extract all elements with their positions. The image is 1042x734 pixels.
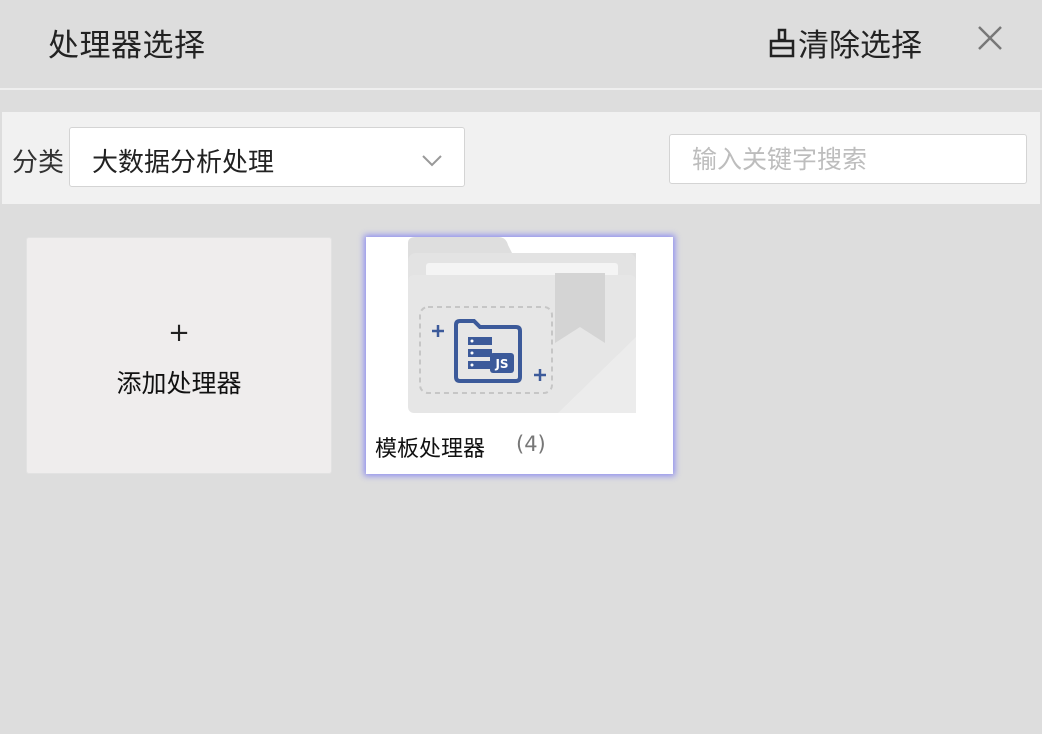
clear-selection-icon <box>768 28 796 58</box>
processor-select-dialog: 处理器选择 清除选择 分类 大数据分析处理 输入关键字搜索 + 添加处理器 JS… <box>0 0 1042 734</box>
close-icon[interactable] <box>976 24 1004 52</box>
processor-card-name: 模板处理器 <box>375 437 486 462</box>
category-selected-value: 大数据分析处理 <box>92 148 275 178</box>
chevron-down-icon <box>422 152 442 167</box>
dialog-header: 处理器选择 清除选择 <box>0 0 1042 90</box>
filter-bar: 分类 大数据分析处理 <box>2 112 1040 204</box>
category-select[interactable]: 大数据分析处理 <box>69 127 465 187</box>
search-input[interactable] <box>669 134 1027 184</box>
clear-selection-button[interactable]: 清除选择 <box>768 20 922 65</box>
svg-text:JS: JS <box>494 357 508 371</box>
add-processor-label: 添加处理器 <box>116 369 242 398</box>
processor-card[interactable]: JS 模板处理器 (4) <box>366 237 673 474</box>
category-label: 分类 <box>12 148 65 178</box>
js-folder-icon: JS <box>408 237 636 413</box>
dialog-title: 处理器选择 <box>48 28 206 64</box>
processor-card-count: (4) <box>516 432 546 456</box>
plus-icon: + <box>168 318 190 348</box>
add-processor-card[interactable]: + 添加处理器 <box>26 237 332 474</box>
clear-selection-label: 清除选择 <box>798 28 922 64</box>
